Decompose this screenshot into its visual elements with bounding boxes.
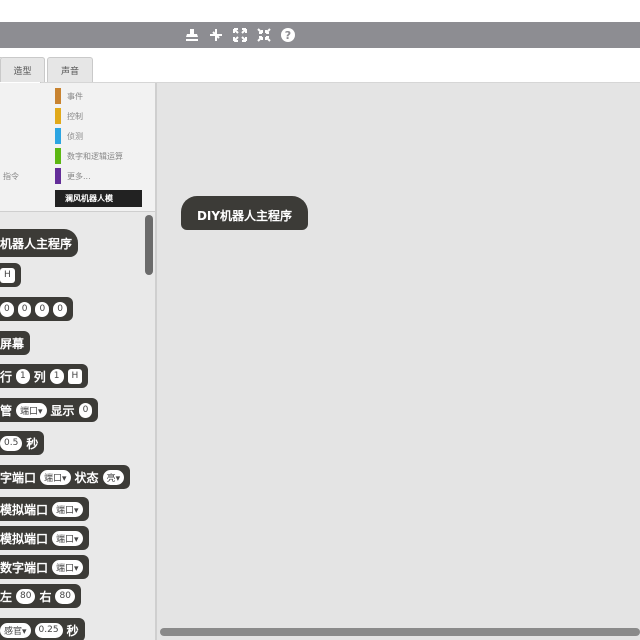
script-canvas[interactable] xyxy=(157,83,640,640)
category-list: 事件 控制 侦测 数字和逻辑运算 更多... 指令 澜风机器人模 xyxy=(0,83,155,211)
category-robot-active[interactable]: 澜风机器人模 xyxy=(55,190,142,207)
category-more[interactable]: 更多... xyxy=(55,167,91,185)
category-pen-label[interactable]: 指令 xyxy=(3,171,19,182)
category-color-swatch xyxy=(55,148,61,164)
category-color-swatch xyxy=(55,108,61,124)
category-control[interactable]: 控制 xyxy=(55,107,83,125)
palette-scrollbar[interactable] xyxy=(145,215,153,275)
palette-block-screen[interactable]: 屏幕 xyxy=(0,331,31,355)
palette-block[interactable]: 左 80 右 80 xyxy=(0,584,81,608)
palette-block[interactable]: 数字端口 端口▾ xyxy=(0,555,89,579)
help-icon[interactable]: ? xyxy=(279,26,297,44)
cut-icon[interactable] xyxy=(207,26,225,44)
shrink-icon[interactable] xyxy=(255,26,273,44)
palette-block-main-program[interactable]: 机器人主程序 xyxy=(0,229,79,257)
palette-block[interactable]: 感官▾ 0.25 秒 xyxy=(0,618,85,640)
palette-block[interactable]: 模拟端口 端口▾ xyxy=(0,526,89,550)
tab-costumes[interactable]: 造型 xyxy=(0,57,45,82)
toolbar-icons: ? xyxy=(183,22,297,48)
category-color-swatch xyxy=(55,88,61,104)
palette-divider xyxy=(0,211,155,212)
palette-block[interactable]: H xyxy=(0,263,21,287)
block-palette: 事件 控制 侦测 数字和逻辑运算 更多... 指令 澜风机器人模 机器人主程序 … xyxy=(0,83,155,640)
svg-text:?: ? xyxy=(285,29,291,42)
category-color-swatch xyxy=(55,168,61,184)
category-events[interactable]: 事件 xyxy=(55,87,83,105)
palette-block[interactable]: 管 端口▾ 显示 0 xyxy=(0,398,99,422)
top-toolbar: ? xyxy=(0,22,640,48)
category-operators[interactable]: 数字和逻辑运算 xyxy=(55,147,123,165)
palette-block[interactable]: 字端口 端口▾ 状态 亮▾ xyxy=(0,465,131,489)
canvas-main-program-block[interactable]: DIY机器人主程序 xyxy=(181,196,308,230)
canvas-horizontal-scrollbar[interactable] xyxy=(160,628,640,636)
palette-block[interactable]: 0 0 0 0 xyxy=(0,297,73,321)
grow-icon[interactable] xyxy=(231,26,249,44)
palette-block[interactable]: 行 1 列 1 H xyxy=(0,364,89,388)
tab-row: 造型 声音 xyxy=(0,52,640,83)
category-color-swatch xyxy=(55,128,61,144)
category-sensing[interactable]: 侦测 xyxy=(55,127,83,145)
tab-sounds[interactable]: 声音 xyxy=(47,57,93,82)
stamp-icon[interactable] xyxy=(183,26,201,44)
palette-block[interactable]: 0.5 秒 xyxy=(0,431,45,455)
palette-block[interactable]: 模拟端口 端口▾ xyxy=(0,497,89,521)
